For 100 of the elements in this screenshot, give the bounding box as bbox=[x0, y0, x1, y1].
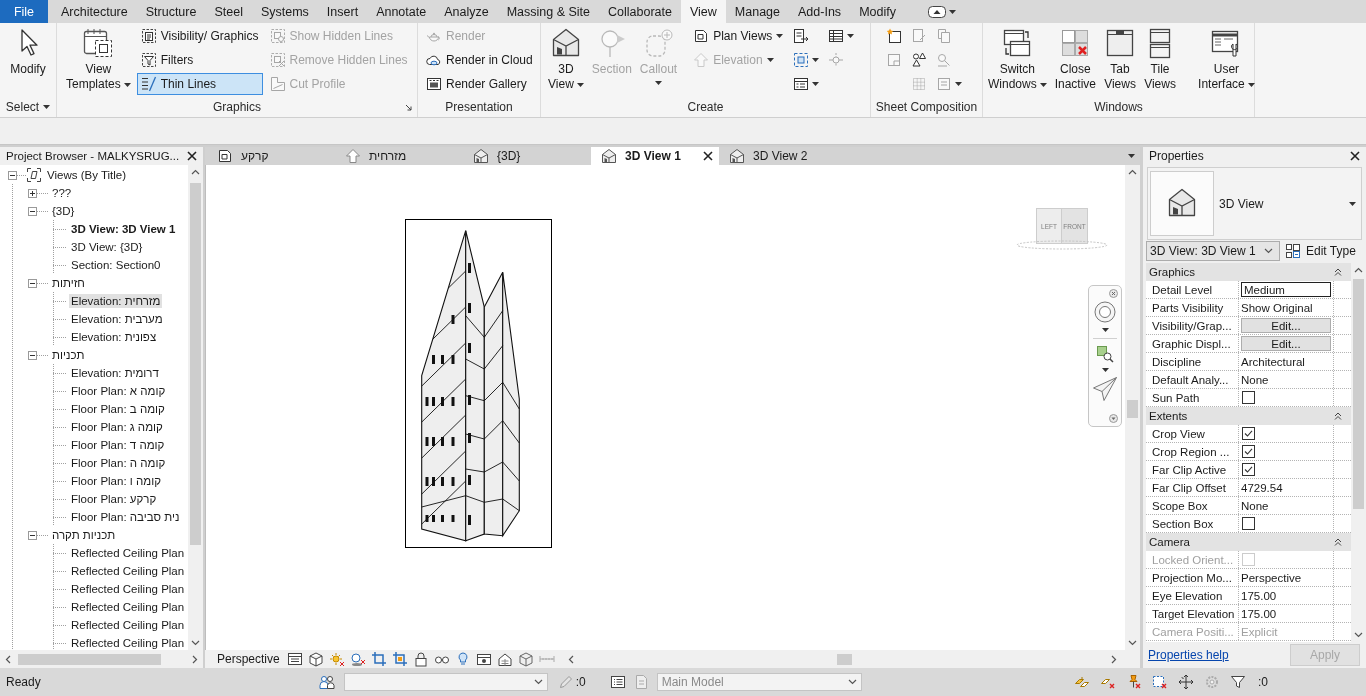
window-icon[interactable] bbox=[475, 651, 492, 667]
document-tab[interactable]: מזרחית bbox=[335, 147, 463, 165]
ribbon-tab[interactable]: Modify bbox=[850, 0, 905, 23]
scrollbar-thumb[interactable] bbox=[1353, 279, 1364, 509]
tree-item[interactable]: Reflected Ceiling Plan bbox=[69, 582, 187, 596]
collapse-icon[interactable] bbox=[28, 350, 37, 360]
chevron-down-icon[interactable] bbox=[191, 640, 200, 646]
ribbon-tab[interactable]: Annotate bbox=[367, 0, 436, 23]
lock-icon[interactable] bbox=[412, 651, 429, 667]
ribbon-tab[interactable]: Collaborate bbox=[599, 0, 681, 23]
caret-icon[interactable] bbox=[1128, 154, 1135, 158]
crop-icon[interactable] bbox=[391, 651, 408, 667]
ribbon-tab[interactable]: Steel bbox=[205, 0, 252, 23]
ribbon-button[interactable]: Close Inactive bbox=[1051, 24, 1100, 96]
list-icon[interactable] bbox=[609, 674, 626, 690]
tree-item[interactable]: Floor Plan: קומה ד bbox=[69, 438, 167, 452]
ribbon-button[interactable]: Thin Lines bbox=[136, 73, 263, 95]
people-icon[interactable] bbox=[318, 674, 335, 690]
collapse-icon[interactable] bbox=[28, 206, 37, 216]
sun-icon[interactable] bbox=[328, 651, 345, 667]
ribbon-tab[interactable]: View bbox=[680, 0, 726, 23]
scrollbar-thumb[interactable] bbox=[190, 183, 201, 545]
zoom-icon[interactable] bbox=[1096, 345, 1114, 363]
tree-item[interactable]: Floor Plan: קומה ו bbox=[69, 474, 163, 488]
ribbon-button[interactable]: Render Gallery bbox=[422, 73, 537, 95]
chevron-left-icon[interactable] bbox=[567, 654, 574, 664]
tree-item[interactable]: Reflected Ceiling Plan bbox=[69, 600, 187, 614]
scrollbar-thumb[interactable] bbox=[836, 653, 852, 665]
steering-wheel-icon[interactable] bbox=[1094, 301, 1116, 323]
type-selector[interactable]: 3D View bbox=[1147, 167, 1362, 240]
collapse-icon[interactable] bbox=[8, 170, 17, 180]
ribbon-button[interactable]: User Interface bbox=[1195, 24, 1258, 96]
tree-item[interactable]: תכניות bbox=[50, 348, 87, 362]
ribbon-tab[interactable]: Systems bbox=[251, 0, 318, 23]
checkbox[interactable] bbox=[1242, 445, 1255, 458]
expand-icon[interactable] bbox=[28, 188, 37, 198]
tree-item[interactable]: Floor Plan: קרקע bbox=[69, 492, 159, 506]
collapse-icon[interactable] bbox=[28, 530, 37, 540]
tree-item[interactable]: {3D} bbox=[50, 204, 77, 218]
ribbon-tab[interactable]: Analyze bbox=[435, 0, 498, 23]
document-tab[interactable]: 3D View 2 bbox=[719, 147, 847, 165]
property-edit-button[interactable]: Edit... bbox=[1241, 318, 1331, 333]
caret-icon[interactable] bbox=[1101, 328, 1109, 332]
ribbon-button[interactable]: Render in Cloud bbox=[422, 49, 537, 71]
tree-item[interactable]: חזיתות bbox=[50, 276, 87, 290]
edit-type-button[interactable]: Edit Type bbox=[1285, 243, 1356, 259]
ribbon-button[interactable]: 3D View bbox=[545, 24, 587, 96]
ribbon-tab[interactable]: Add-Ins bbox=[789, 0, 851, 23]
ribbon-tab[interactable]: Insert bbox=[317, 0, 368, 23]
property-field[interactable]: Medium bbox=[1241, 282, 1331, 297]
ribbon-tab[interactable]: Architecture bbox=[52, 0, 137, 23]
tree-item[interactable]: Reflected Ceiling Plan bbox=[69, 564, 187, 578]
crop-icon[interactable] bbox=[370, 651, 387, 667]
panel-menu-button[interactable]: Select bbox=[5, 100, 51, 114]
pin-x-icon[interactable] bbox=[1126, 674, 1142, 690]
chevron-right-icon[interactable] bbox=[1111, 654, 1117, 664]
tree-item[interactable]: Reflected Ceiling Plan bbox=[69, 618, 187, 632]
ribbon-button[interactable]: Tile Views bbox=[1141, 24, 1180, 96]
paper-plane-icon[interactable] bbox=[1092, 376, 1118, 402]
filter-icon[interactable] bbox=[1230, 674, 1246, 690]
collapse-icon[interactable] bbox=[28, 278, 37, 288]
document-tab[interactable]: קרקע bbox=[207, 147, 335, 165]
tree-item[interactable]: תכניות תקרה bbox=[50, 528, 118, 542]
tree-item[interactable]: Elevation: דרומית bbox=[69, 366, 161, 380]
tree-item[interactable]: Floor Plan: קומה ג bbox=[69, 420, 165, 434]
dialog-launcher-icon[interactable] bbox=[405, 103, 412, 111]
chevron-right-icon[interactable] bbox=[192, 654, 198, 664]
file-menu-button[interactable]: File bbox=[0, 0, 48, 23]
sphere-icon[interactable] bbox=[349, 651, 366, 667]
chevron-left-icon[interactable] bbox=[5, 654, 11, 664]
ribbon-button[interactable]: Plan Views bbox=[689, 25, 788, 47]
tree-item[interactable]: Floor Plan: קומה ה bbox=[69, 456, 168, 470]
tree-item[interactable]: Reflected Ceiling Plan bbox=[69, 546, 187, 560]
ribbon-button[interactable]: Filters bbox=[136, 49, 263, 71]
ribbon-button[interactable]: Modify bbox=[7, 24, 49, 96]
checkbox[interactable] bbox=[1242, 391, 1255, 404]
tree-item[interactable]: Views (By Title) bbox=[45, 168, 129, 182]
tree-item[interactable]: 3D View: {3D} bbox=[69, 240, 145, 254]
tree-item[interactable]: Elevation: מזרחית bbox=[69, 294, 163, 308]
ribbon-button[interactable]: Visibility/ Graphics bbox=[136, 25, 263, 47]
move-icon[interactable] bbox=[1178, 674, 1194, 690]
tree-item[interactable]: Elevation: צפונית bbox=[69, 330, 159, 344]
crop-region-frame[interactable] bbox=[405, 219, 552, 548]
close-icon[interactable] bbox=[703, 151, 713, 161]
scrollbar-thumb[interactable] bbox=[1127, 400, 1138, 418]
tree-item[interactable]: ??? bbox=[50, 186, 74, 200]
chevron-down-icon[interactable] bbox=[1128, 640, 1137, 646]
group-header[interactable]: Camera bbox=[1146, 533, 1351, 551]
checkbox[interactable] bbox=[1242, 517, 1255, 530]
caret-icon[interactable] bbox=[1101, 368, 1109, 372]
chevron-up-icon[interactable] bbox=[1354, 267, 1363, 273]
tree-item[interactable]: Reflected Ceiling Plan bbox=[69, 636, 187, 650]
projection-label[interactable]: Perspective bbox=[217, 652, 280, 666]
ribbon-button[interactable]: Switch Windows bbox=[985, 24, 1050, 96]
chevron-up-icon[interactable] bbox=[1128, 169, 1137, 175]
instance-dropdown[interactable]: 3D View: 3D View 1 bbox=[1146, 241, 1280, 261]
chevron-up-icon[interactable] bbox=[191, 169, 200, 175]
parallelograms-icon[interactable] bbox=[1074, 674, 1090, 690]
ribbon-button[interactable]: View Templates bbox=[63, 24, 134, 96]
frame-x-icon[interactable] bbox=[1152, 674, 1168, 690]
